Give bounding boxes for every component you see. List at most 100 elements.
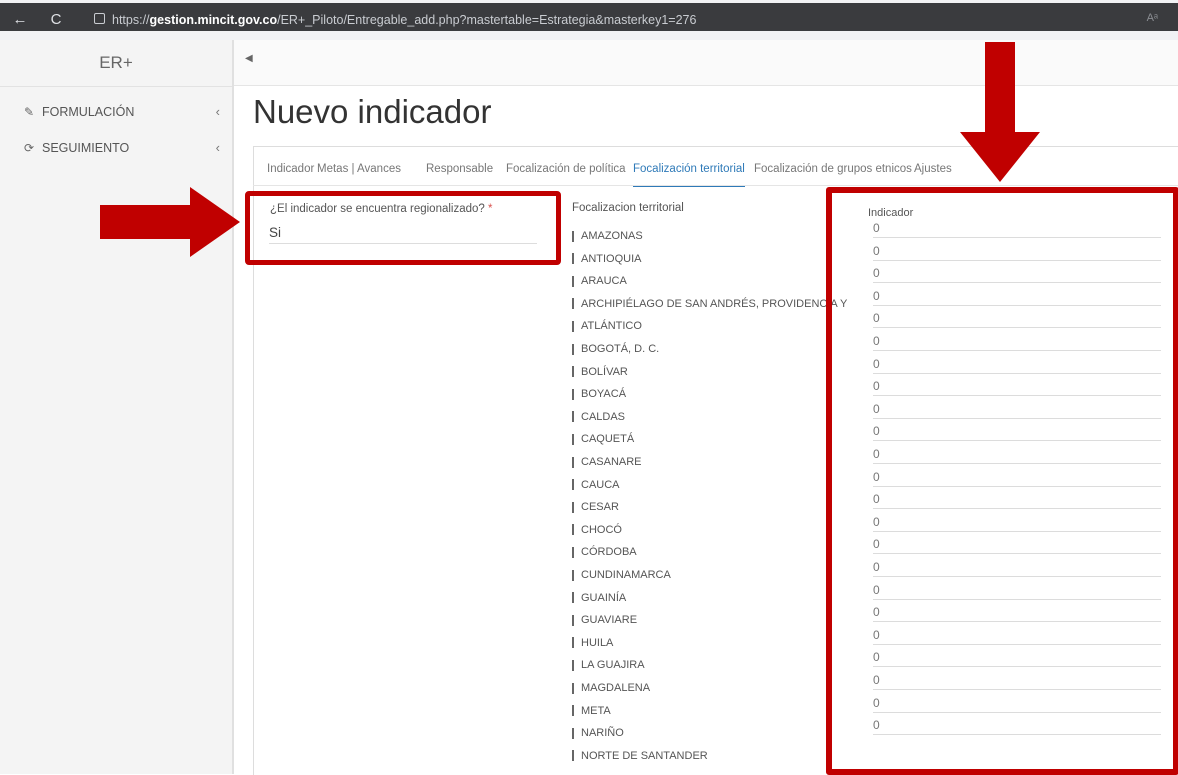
reload-icon[interactable]: C bbox=[44, 6, 68, 34]
chevron-left-icon: ‹ bbox=[215, 140, 220, 155]
territory-item: GUAINÍA bbox=[572, 590, 626, 606]
territory-item: ANTIOQUIA bbox=[572, 251, 642, 267]
territory-name: ANTIOQUIA bbox=[581, 252, 642, 265]
tab-focalizacion-territorial[interactable]: Focalización territorial bbox=[633, 157, 745, 187]
territory-item: NARIÑO bbox=[572, 725, 624, 741]
territory-name: ARAUCA bbox=[581, 275, 627, 288]
list-bullet bbox=[572, 524, 574, 536]
sidebar-item-label: SEGUIMIENTO bbox=[42, 141, 130, 155]
territory-item: BOGOTÁ, D. C. bbox=[572, 341, 659, 357]
territory-name: ARCHIPIÉLAGO DE SAN ANDRÉS, PROVIDENCIA … bbox=[581, 297, 848, 310]
address-strip: ← C https://gestion.mincit.gov.co/ER+_Pi… bbox=[0, 3, 1178, 31]
territory-name: AMAZONAS bbox=[581, 230, 643, 242]
sidebar-brand[interactable]: ER+ bbox=[0, 40, 232, 87]
list-bullet bbox=[572, 682, 574, 694]
territory-name: CALDAS bbox=[581, 410, 626, 423]
tab-indicador[interactable]: Indicador bbox=[267, 157, 314, 185]
territory-name: BOLÍVAR bbox=[581, 365, 628, 378]
territory-name: CAQUETÁ bbox=[581, 433, 635, 446]
territory-item: CAUCA bbox=[572, 477, 620, 493]
url-prefix: https:// bbox=[112, 13, 150, 27]
territory-name: CÓRDOBA bbox=[581, 546, 637, 559]
back-icon[interactable]: ← bbox=[8, 6, 32, 34]
territory-item: CÓRDOBA bbox=[572, 544, 637, 560]
territory-item: ARAUCA bbox=[572, 273, 627, 289]
tab-focalizacion-politica[interactable]: Focalización de política bbox=[506, 157, 626, 185]
territory-name: ATLÁNTICO bbox=[581, 320, 642, 333]
territory-item: CESAR bbox=[572, 499, 619, 515]
territory-item: MAGDALENA bbox=[572, 680, 650, 696]
list-bullet bbox=[572, 298, 574, 310]
territory-item: ARCHIPIÉLAGO DE SAN ANDRÉS, PROVIDENCIA … bbox=[572, 296, 847, 312]
list-bullet bbox=[572, 705, 574, 717]
list-bullet bbox=[572, 592, 574, 604]
list-bullet bbox=[572, 637, 574, 649]
highlight-box-regionalized bbox=[245, 191, 561, 265]
list-bullet bbox=[572, 275, 574, 287]
territory-item: CHOCÓ bbox=[572, 522, 622, 538]
list-bullet bbox=[572, 366, 574, 378]
list-bullet bbox=[572, 479, 574, 491]
territory-name: BOGOTÁ, D. C. bbox=[581, 343, 660, 355]
sidebar-item-seguimiento[interactable]: ⟳ SEGUIMIENTO ‹ bbox=[24, 138, 220, 158]
reader-mode-icon[interactable]: Aᵃ bbox=[1147, 12, 1158, 24]
territory-item: CASANARE bbox=[572, 454, 642, 470]
territory-name: CUNDINAMARCA bbox=[581, 569, 671, 581]
url-domain: gestion.mincit.gov.co bbox=[149, 13, 278, 27]
tab-ajustes[interactable]: Ajustes bbox=[914, 157, 952, 185]
territory-name: GUAINÍA bbox=[581, 591, 627, 604]
arrow-right-icon bbox=[100, 187, 240, 257]
territory-item: LA GUAJIRA bbox=[572, 657, 645, 673]
list-bullet bbox=[572, 388, 574, 400]
territory-name: HUILA bbox=[581, 636, 614, 649]
list-bullet bbox=[572, 411, 574, 423]
territory-name: BOYACÁ bbox=[581, 388, 627, 401]
territory-item: CUNDINAMARCA bbox=[572, 567, 671, 583]
territory-item: BOLÍVAR bbox=[572, 364, 628, 380]
territory-name: NORTE DE SANTANDER bbox=[581, 749, 708, 762]
sidebar-item-formulacion[interactable]: ✎ FORMULACIÓN ‹ bbox=[24, 102, 220, 122]
list-bullet bbox=[572, 320, 574, 332]
territory-item: AMAZONAS bbox=[572, 228, 643, 244]
list-bullet bbox=[572, 253, 574, 265]
sync-icon: ⟳ bbox=[24, 141, 35, 155]
territory-item: GUAVIARE bbox=[572, 612, 637, 628]
tab-focalizacion-grupos-etnicos[interactable]: Focalización de grupos etnicos bbox=[754, 157, 912, 185]
territory-name: MAGDALENA bbox=[581, 682, 651, 694]
highlight-box-indicators bbox=[826, 187, 1178, 775]
tabs-underline bbox=[253, 185, 1178, 186]
territory-name: GUAVIARE bbox=[581, 614, 638, 627]
territory-item: ATLÁNTICO bbox=[572, 318, 642, 334]
tab-responsable[interactable]: Responsable bbox=[426, 157, 493, 185]
browser-bar: ← C https://gestion.mincit.gov.co/ER+_Pi… bbox=[0, 0, 1178, 40]
address-bar[interactable]: https://gestion.mincit.gov.co/ER+_Piloto… bbox=[112, 9, 696, 31]
list-bullet bbox=[572, 727, 574, 739]
list-bullet bbox=[572, 501, 574, 513]
territory-name: CASANARE bbox=[581, 456, 642, 468]
territory-item: BOYACÁ bbox=[572, 386, 626, 402]
territory-item: HUILA bbox=[572, 635, 613, 651]
list-bullet bbox=[572, 569, 574, 581]
chevron-left-icon: ‹ bbox=[215, 104, 220, 119]
territory-item: CAQUETÁ bbox=[572, 431, 634, 447]
url-path: /ER+_Piloto/Entregable_add.php?mastertab… bbox=[277, 13, 697, 27]
list-bullet bbox=[572, 456, 574, 468]
arrow-down-icon bbox=[960, 42, 1040, 182]
sidebar-item-label: FORMULACIÓN bbox=[42, 105, 135, 119]
collapse-sidebar-icon[interactable]: ◀ bbox=[245, 53, 253, 64]
list-bullet bbox=[572, 614, 574, 626]
lock-icon bbox=[94, 13, 105, 24]
list-bullet bbox=[572, 750, 574, 762]
tab-metas-avances[interactable]: Metas | Avances bbox=[317, 157, 401, 185]
territory-name: CAUCA bbox=[581, 478, 620, 491]
territory-item: META bbox=[572, 703, 611, 719]
page-title: Nuevo indicador bbox=[253, 93, 492, 130]
territory-name: NARIÑO bbox=[581, 727, 624, 740]
territorial-heading: Focalizacion territorial bbox=[572, 202, 684, 214]
list-bullet bbox=[572, 433, 574, 445]
sidebar: ER+ ✎ FORMULACIÓN ‹ ⟳ SEGUIMIENTO ‹ bbox=[0, 40, 232, 774]
territory-item: NORTE DE SANTANDER bbox=[572, 748, 708, 764]
territory-name: LA GUAJIRA bbox=[581, 659, 645, 672]
edit-icon: ✎ bbox=[24, 105, 35, 119]
territory-name: CESAR bbox=[581, 501, 619, 514]
